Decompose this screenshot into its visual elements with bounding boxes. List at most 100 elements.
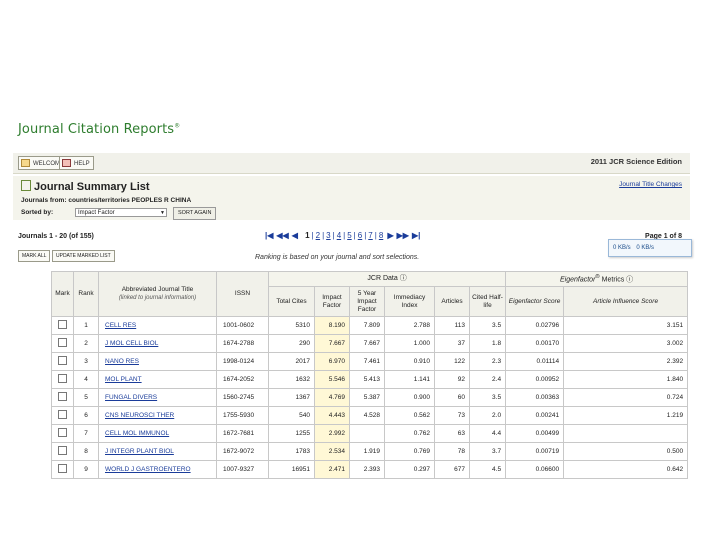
- journal-title-link[interactable]: NANO RES: [105, 358, 139, 365]
- jcr-logo: Journal Citation Reports®: [18, 122, 181, 137]
- title-cell: CNS NEUROSCI THER: [98, 406, 217, 425]
- help-button[interactable]: HELP: [59, 156, 94, 170]
- impact-factor-cell: 4.443: [314, 406, 350, 425]
- articles-cell: 73: [434, 406, 470, 425]
- table-row: 3 NANO RES 1998-0124 2017 6.970 7.461 0.910 122…: [51, 352, 689, 371]
- journal-title-link[interactable]: MOL PLANT: [105, 376, 142, 383]
- info-icon[interactable]: ⓘ: [400, 275, 407, 282]
- update-marked-list-button[interactable]: UPDATE MARKED LIST: [52, 250, 115, 262]
- sorted-by-label: Sorted by:: [21, 209, 54, 216]
- issn-cell: 1007-9327: [216, 460, 269, 479]
- rank-cell: 3: [73, 352, 99, 371]
- page-link[interactable]: 5: [347, 231, 351, 240]
- article-influence-cell: 0.724: [563, 388, 689, 407]
- table-row: 5 FUNGAL DIVERS 1560-2745 1367 4.769 5.387 0.9…: [51, 388, 689, 407]
- five-year-cell: 7.461: [349, 352, 385, 371]
- mark-all-button[interactable]: MARK ALL: [18, 250, 51, 262]
- eigenfactor-group: Eigenfactor® Metrics ⓘ: [505, 271, 689, 287]
- impact-factor-cell: 7.667: [314, 334, 350, 353]
- ranking-note: Ranking is based on your journal and sor…: [255, 254, 420, 261]
- col-immediacy-index[interactable]: Immediacy Index: [384, 286, 435, 317]
- last-page-icon[interactable]: ▶|: [412, 231, 420, 240]
- eigenfactor-cell: 0.00170: [505, 334, 565, 353]
- article-influence-cell: 0.500: [563, 442, 689, 461]
- half-life-cell: 2.4: [468, 370, 507, 389]
- next-page-icon[interactable]: ▶: [388, 231, 394, 240]
- page-link[interactable]: 1: [305, 231, 309, 240]
- page-link[interactable]: 2: [316, 231, 320, 240]
- journals-from-line: Journals from: countries/territories PEO…: [21, 197, 192, 204]
- title-cell: J INTEGR PLANT BIOL: [98, 442, 217, 461]
- page-link[interactable]: 3: [326, 231, 330, 240]
- page-link[interactable]: 8: [379, 231, 383, 240]
- half-life-cell: 4.5: [468, 460, 507, 479]
- eigenfactor-cell: 0.02796: [505, 316, 565, 335]
- mark-checkbox[interactable]: [58, 428, 67, 437]
- impact-factor-cell: 6.970: [314, 352, 350, 371]
- col-articles[interactable]: Articles: [434, 286, 470, 317]
- mark-checkbox[interactable]: [58, 356, 67, 365]
- mark-checkbox[interactable]: [58, 464, 67, 473]
- sort-select[interactable]: Impact Factor ▼: [75, 208, 167, 217]
- help-icon: [62, 159, 71, 167]
- page-title: Journal Summary List: [21, 180, 150, 193]
- half-life-cell: 3.5: [468, 388, 507, 407]
- page-link[interactable]: 6: [358, 231, 362, 240]
- half-life-cell: 2.3: [468, 352, 507, 371]
- half-life-cell: 3.7: [468, 442, 507, 461]
- title-cell: J MOL CELL BIOL: [98, 334, 217, 353]
- journal-title-link[interactable]: J MOL CELL BIOL: [105, 340, 158, 347]
- table-row: 8 J INTEGR PLANT BIOL 1672-9072 1783 2.534 1.…: [51, 442, 689, 461]
- mark-checkbox[interactable]: [58, 392, 67, 401]
- col-article-influence-score[interactable]: Article Influence Score: [563, 286, 689, 317]
- articles-cell: 63: [434, 424, 470, 443]
- col-impact-factor[interactable]: Impact Factor: [314, 286, 350, 317]
- col-cited-half-life[interactable]: Cited Half-life: [468, 286, 507, 317]
- title-cell: FUNGAL DIVERS: [98, 388, 217, 407]
- total-cites-cell: 1632: [268, 370, 315, 389]
- total-cites-cell: 1255: [268, 424, 315, 443]
- eigenfactor-cell: 0.06600: [505, 460, 565, 479]
- issn-cell: 1674-2052: [216, 370, 269, 389]
- mark-checkbox[interactable]: [58, 410, 67, 419]
- rank-cell: 4: [73, 370, 99, 389]
- prev-block-icon[interactable]: ◀◀: [276, 231, 288, 240]
- mark-checkbox[interactable]: [58, 446, 67, 455]
- half-life-cell: 1.8: [468, 334, 507, 353]
- page-link[interactable]: 7: [368, 231, 372, 240]
- journal-title-link[interactable]: CELL RES: [105, 322, 136, 329]
- mark-checkbox[interactable]: [58, 374, 67, 383]
- rank-cell: 7: [73, 424, 99, 443]
- prev-page-icon[interactable]: ◀: [292, 231, 298, 240]
- first-page-icon[interactable]: |◀: [265, 231, 273, 240]
- title-cell: MOL PLANT: [98, 370, 217, 389]
- next-block-icon[interactable]: ▶▶: [397, 231, 409, 240]
- issn-cell: 1672-9072: [216, 442, 269, 461]
- jcr-data-group: JCR Data ⓘ: [267, 271, 507, 287]
- articles-cell: 60: [434, 388, 470, 407]
- journal-title-link[interactable]: FUNGAL DIVERS: [105, 394, 157, 401]
- floating-speed-toolbar[interactable]: 0 KB/s 0 KB/s: [608, 239, 692, 257]
- total-cites-cell: 1783: [268, 442, 315, 461]
- page-link[interactable]: 4: [337, 231, 341, 240]
- rank-cell: 8: [73, 442, 99, 461]
- col-5yr-impact-factor[interactable]: 5 Year Impact Factor: [349, 286, 385, 317]
- mark-checkbox[interactable]: [58, 320, 67, 329]
- journal-title-link[interactable]: CNS NEUROSCI THER: [105, 412, 174, 419]
- journal-title-link[interactable]: CELL MOL IMMUNOL: [105, 430, 169, 437]
- mark-checkbox[interactable]: [58, 338, 67, 347]
- issn-cell: 1755-5930: [216, 406, 269, 425]
- col-title: Abbreviated Journal Title (linked to jour…: [98, 271, 217, 317]
- half-life-cell: 3.5: [468, 316, 507, 335]
- journal-title-link[interactable]: WORLD J GASTROENTERO: [105, 466, 191, 473]
- sort-again-button[interactable]: SORT AGAIN: [173, 207, 217, 220]
- col-total-cites[interactable]: Total Cites: [268, 286, 315, 317]
- rank-cell: 1: [73, 316, 99, 335]
- immediacy-cell: 0.297: [384, 460, 435, 479]
- info-icon[interactable]: ⓘ: [626, 277, 633, 284]
- title-changes-link[interactable]: Journal Title Changes: [619, 181, 682, 188]
- col-eigenfactor-score[interactable]: Eigenfactor Score: [505, 286, 565, 317]
- rank-cell: 2: [73, 334, 99, 353]
- journal-title-link[interactable]: J INTEGR PLANT BIOL: [105, 448, 174, 455]
- immediacy-cell: 2.788: [384, 316, 435, 335]
